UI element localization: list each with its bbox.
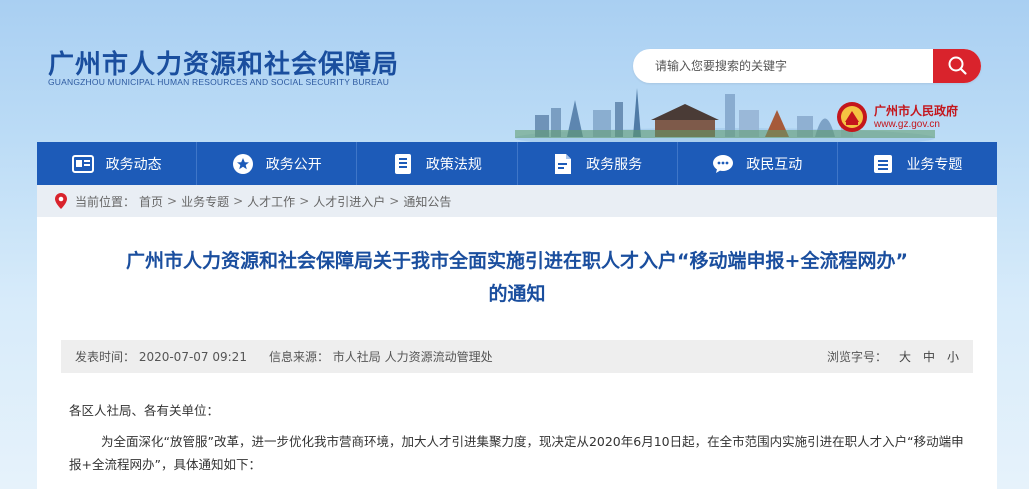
breadcrumb-label: 当前位置：: [75, 194, 136, 209]
font-size-label: 浏览字号：: [826, 350, 887, 364]
article-title-line1: 广州市人力资源和社会保障局关于我市全面实施引进在职人才入户“移动端申报+全流程网…: [126, 250, 908, 272]
breadcrumb-separator: >: [167, 194, 178, 208]
site-title[interactable]: 广州市人力资源和社会保障局: [48, 44, 399, 81]
font-size-selector: 浏览字号： 大 中 小: [827, 348, 959, 365]
search-icon: [948, 56, 967, 75]
news-icon: [71, 153, 94, 175]
gov-name: 广州市人民政府: [874, 103, 959, 118]
font-size-medium[interactable]: 中: [923, 348, 935, 365]
gz-government-link[interactable]: 广州市人民政府 www.gz.gov.cn: [836, 100, 986, 134]
info-source: 信息来源： 市人社局 人力资源流动管理处: [268, 350, 493, 364]
book-icon: [392, 153, 414, 175]
breadcrumb-item[interactable]: 人才引进入户: [313, 193, 385, 210]
nav-item-interaction[interactable]: 政民互动: [678, 142, 838, 185]
nav-item-services[interactable]: 政务服务: [518, 142, 678, 185]
breadcrumb-separator: >: [389, 194, 400, 208]
government-emblem-icon: [837, 102, 867, 132]
article-title: 广州市人力资源和社会保障局关于我市全面实施引进在职人才入户“移动端申报+全流程网…: [37, 245, 997, 311]
breadcrumb-item[interactable]: 通知公告: [403, 193, 451, 210]
nav-item-policy[interactable]: 政策法规: [357, 142, 518, 185]
nav-label: 政务动态: [105, 156, 162, 173]
article-content: 广州市人力资源和社会保障局关于我市全面实施引进在职人才入户“移动端申报+全流程网…: [37, 217, 997, 489]
search-input[interactable]: [633, 49, 933, 83]
font-size-large[interactable]: 大: [899, 348, 911, 365]
nav-label: 政策法规: [425, 156, 482, 173]
nav-item-topics[interactable]: 业务专题: [838, 142, 997, 185]
nav-label: 政务服务: [586, 156, 643, 173]
breadcrumb-separator: >: [299, 194, 310, 208]
location-pin-icon: [55, 193, 67, 209]
breadcrumb-item[interactable]: 业务专题: [181, 193, 229, 210]
publish-date: 发表时间： 2020-07-07 09:21: [75, 350, 247, 364]
font-size-small[interactable]: 小: [947, 348, 959, 365]
site-header: 广州市人力资源和社会保障局 GUANGZHOU MUNICIPAL HUMAN …: [0, 0, 1029, 142]
breadcrumb-home[interactable]: 首页: [139, 193, 163, 210]
list-icon: [872, 153, 894, 175]
gov-url: www.gz.gov.cn: [874, 118, 940, 130]
search-box: [633, 49, 981, 83]
document-icon: [552, 153, 574, 175]
breadcrumb-item[interactable]: 人才工作: [247, 193, 295, 210]
article-paragraph: 为全面深化“放管服”改革，进一步优化我市营商环境，加大人才引进集聚力度，现决定从…: [69, 434, 964, 472]
star-icon: [232, 153, 254, 175]
article-meta: 发表时间： 2020-07-07 09:21 信息来源： 市人社局 人力资源流动…: [61, 340, 973, 373]
nav-label: 业务专题: [906, 156, 963, 173]
chat-icon: [712, 153, 734, 175]
site-subtitle: GUANGZHOU MUNICIPAL HUMAN RESOURCES AND …: [48, 77, 390, 87]
nav-label: 政民互动: [746, 156, 803, 173]
nav-item-news[interactable]: 政务动态: [37, 142, 198, 185]
breadcrumb-separator: >: [233, 194, 244, 208]
search-button[interactable]: [933, 49, 981, 83]
article-paragraph: 各区人社局、各有关单位：: [69, 403, 220, 418]
breadcrumb: 当前位置： 首页 > 业务专题 > 人才工作 > 人才引进入户 > 通知公告: [37, 185, 997, 217]
nav-label: 政务公开: [265, 156, 322, 173]
article-title-line2: 的通知: [488, 283, 546, 305]
nav-item-disclosure[interactable]: 政务公开: [197, 142, 358, 185]
main-nav: 政务动态 政务公开 政策法规 政务服务 政民互动 业务专题: [37, 142, 997, 185]
